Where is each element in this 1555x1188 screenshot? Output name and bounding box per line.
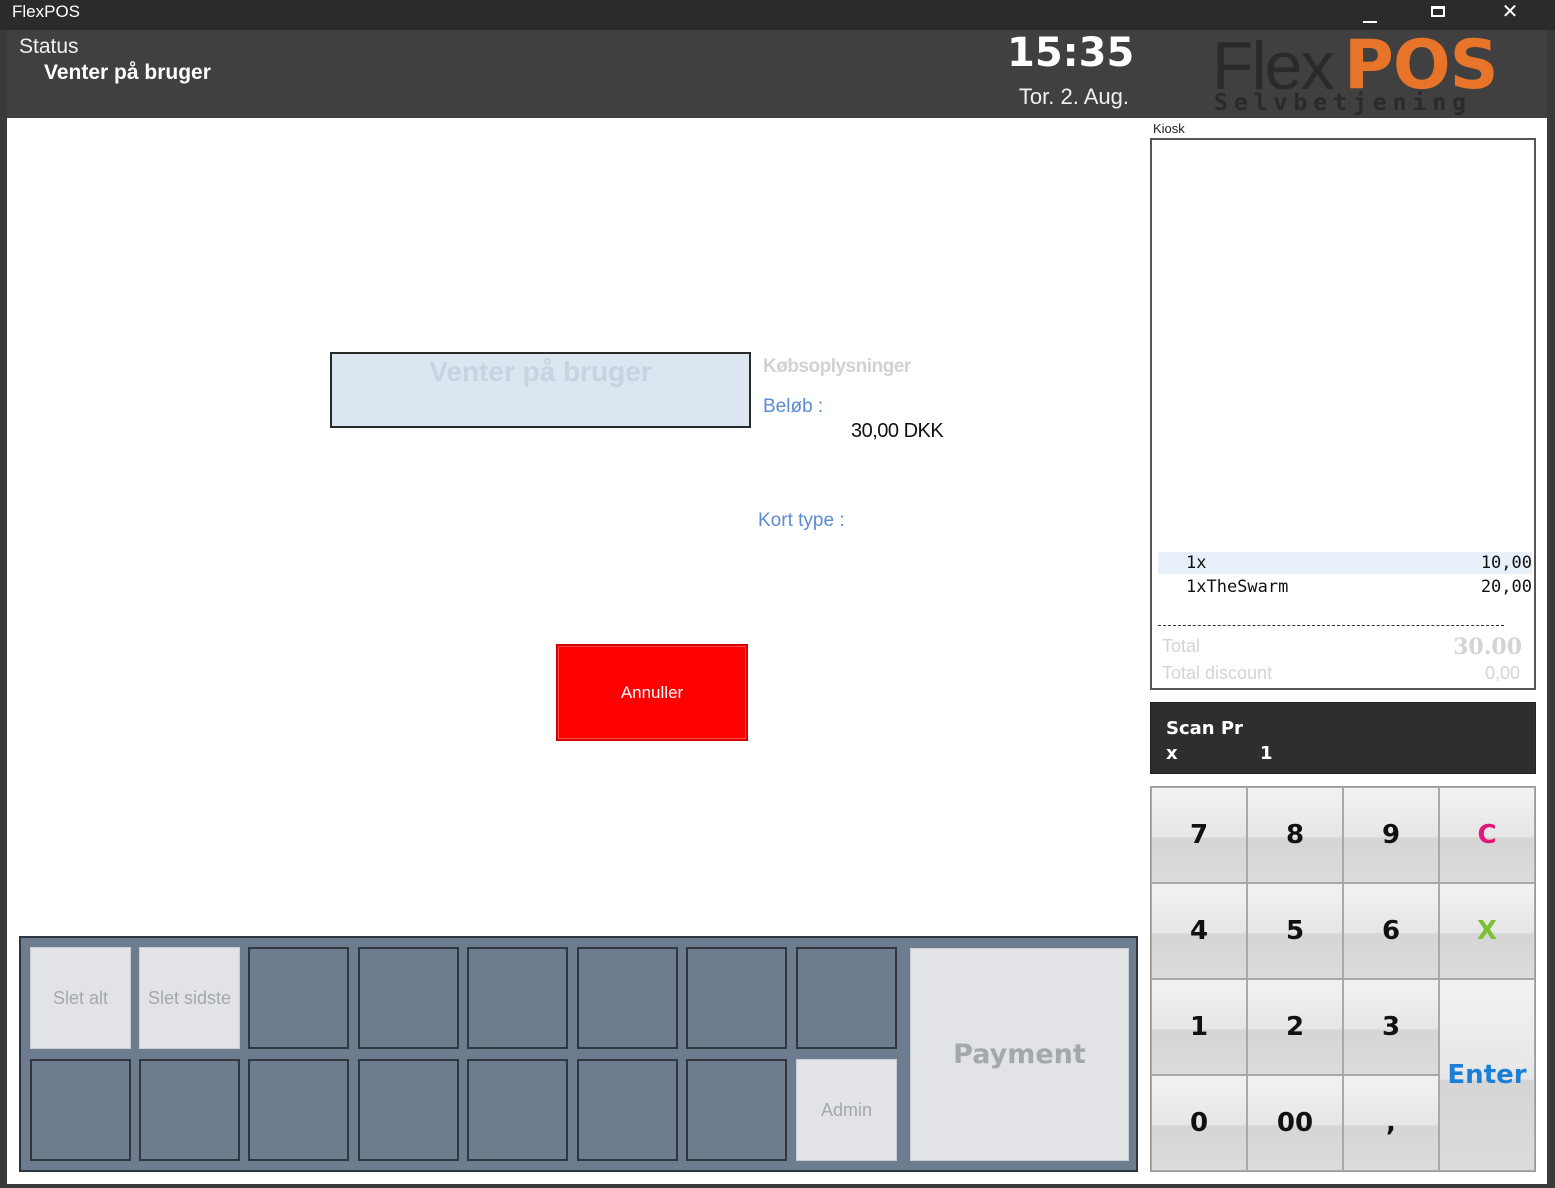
receipt-line[interactable]: 1x 10,00 bbox=[1158, 552, 1532, 574]
purchase-info-heading: Købsoplysninger bbox=[763, 356, 911, 377]
total-label: Total bbox=[1162, 636, 1201, 656]
delete-all-button[interactable]: Slet alt bbox=[30, 947, 131, 1049]
scan-multiplier-label: x bbox=[1166, 743, 1178, 764]
receipt-line-price: 20,00 bbox=[1480, 577, 1532, 597]
function-key[interactable] bbox=[139, 1059, 240, 1161]
function-key[interactable] bbox=[467, 1059, 568, 1161]
key-7[interactable]: 7 bbox=[1151, 787, 1247, 883]
receipt-line-item: 1xTheSwarm bbox=[1186, 577, 1289, 597]
receipt-line-price: 10,00 bbox=[1480, 553, 1532, 573]
key-4[interactable]: 4 bbox=[1151, 883, 1247, 979]
scan-panel: Scan Pr x 1 bbox=[1150, 702, 1536, 774]
function-key[interactable] bbox=[30, 1059, 131, 1161]
delete-last-button[interactable]: Slet sidste bbox=[139, 947, 240, 1049]
clock-date: Tor. 2. Aug. bbox=[1018, 84, 1129, 109]
key-0[interactable]: 0 bbox=[1151, 1075, 1247, 1171]
key-clear[interactable]: C bbox=[1439, 787, 1535, 883]
key-comma[interactable]: , bbox=[1343, 1075, 1439, 1171]
key-2[interactable]: 2 bbox=[1247, 979, 1343, 1075]
scan-multiplier-value: 1 bbox=[1260, 743, 1273, 764]
admin-button[interactable]: Admin bbox=[796, 1059, 897, 1161]
status-value: Venter på bruger bbox=[44, 61, 211, 84]
total-value: 30.00 bbox=[1453, 634, 1522, 660]
numeric-keypad: 7 8 9 C 4 5 6 X 1 2 3 Enter 0 00 , bbox=[1150, 786, 1536, 1172]
window-title: FlexPOS bbox=[12, 2, 81, 21]
function-key[interactable] bbox=[467, 947, 568, 1049]
key-cancel[interactable]: X bbox=[1439, 883, 1535, 979]
function-key[interactable] bbox=[577, 947, 678, 1049]
key-enter[interactable]: Enter bbox=[1439, 979, 1535, 1171]
minimize-icon bbox=[1363, 21, 1377, 23]
flexpos-logo: Flex POS Selvbetjening bbox=[1212, 30, 1512, 118]
receipt-line-item: 1x bbox=[1186, 553, 1207, 573]
function-key[interactable] bbox=[686, 947, 787, 1049]
function-key[interactable] bbox=[248, 947, 349, 1049]
logo-subtitle: Selvbetjening bbox=[1214, 90, 1473, 116]
waiting-status-text: Venter på bruger bbox=[429, 356, 652, 387]
key-1[interactable]: 1 bbox=[1151, 979, 1247, 1075]
header-bar: Status Venter på bruger 15:35 Tor. 2. Au… bbox=[7, 30, 1547, 118]
key-00[interactable]: 00 bbox=[1247, 1075, 1343, 1171]
function-key[interactable] bbox=[358, 947, 459, 1049]
clock-time: 15:35 bbox=[1007, 30, 1135, 76]
scan-title: Scan Pr bbox=[1166, 718, 1243, 739]
key-3[interactable]: 3 bbox=[1343, 979, 1439, 1075]
total-discount-label: Total discount bbox=[1162, 663, 1273, 683]
key-5[interactable]: 5 bbox=[1247, 883, 1343, 979]
key-8[interactable]: 8 bbox=[1247, 787, 1343, 883]
key-9[interactable]: 9 bbox=[1343, 787, 1439, 883]
receipt-line[interactable]: 1xTheSwarm 20,00 bbox=[1158, 576, 1532, 598]
function-key[interactable] bbox=[248, 1059, 349, 1161]
function-bar: Slet alt Slet sidste Admin Payment bbox=[19, 936, 1138, 1172]
window-frame-left bbox=[0, 30, 7, 1188]
receipt-separator bbox=[1158, 625, 1504, 626]
close-icon: ✕ bbox=[1501, 0, 1519, 23]
total-discount-value: 0,00 bbox=[1484, 663, 1520, 683]
cancel-button[interactable]: Annuller bbox=[556, 644, 748, 741]
status-label: Status bbox=[19, 35, 79, 58]
function-key[interactable] bbox=[577, 1059, 678, 1161]
title-bar: FlexPOS ✕ bbox=[0, 0, 1555, 30]
function-key[interactable] bbox=[796, 947, 897, 1049]
amount-value: 30,00 DKK bbox=[851, 420, 944, 442]
function-key[interactable] bbox=[686, 1059, 787, 1161]
maximize-icon bbox=[1431, 5, 1445, 17]
flexpos-window: FlexPOS ✕ Status Venter på bruger 15:35 … bbox=[0, 0, 1555, 1188]
function-key[interactable] bbox=[358, 1059, 459, 1161]
receipt-title: Kiosk bbox=[1153, 121, 1185, 136]
receipt-panel[interactable]: 1x 10,00 1xTheSwarm 20,00 Total 30.00 To… bbox=[1150, 138, 1536, 690]
window-frame-bottom bbox=[0, 1184, 1555, 1188]
payment-button[interactable]: Payment bbox=[910, 948, 1129, 1161]
key-6[interactable]: 6 bbox=[1343, 883, 1439, 979]
card-type-label: Kort type : bbox=[758, 510, 845, 531]
amount-label: Beløb : bbox=[763, 396, 824, 417]
waiting-status-box: Venter på bruger bbox=[330, 352, 751, 428]
window-frame-right bbox=[1547, 30, 1555, 1188]
